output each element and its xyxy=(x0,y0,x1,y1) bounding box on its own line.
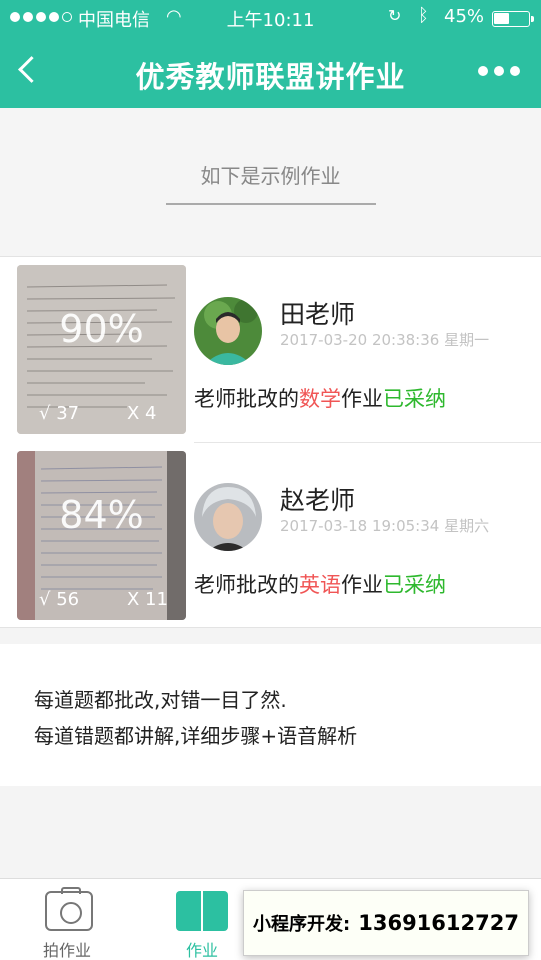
list-item[interactable]: 84% √ 56 X 11 赵老师 2017-03-18 19:05:34 星期… xyxy=(0,443,541,629)
status-label: 已采纳 xyxy=(383,573,446,597)
rotation-lock-icon: ↻ xyxy=(388,6,402,25)
book-icon xyxy=(176,891,228,931)
desc-prefix: 老师批改的 xyxy=(194,387,299,411)
nav-bar: 优秀教师联盟讲作业 xyxy=(0,34,541,108)
avatar xyxy=(194,483,262,551)
more-button[interactable] xyxy=(478,66,520,76)
info-line: 每道题都批改,对错一目了然. xyxy=(34,688,287,712)
battery-icon xyxy=(492,11,534,27)
subject-label: 英语 xyxy=(299,573,341,597)
example-underline xyxy=(166,203,376,205)
teacher-name: 赵老师 xyxy=(280,486,356,515)
tab-label: 拍作业 xyxy=(42,941,91,960)
homework-description: 老师批改的英语作业已采纳 xyxy=(194,569,446,599)
list-item[interactable]: 90% √ 37 X 4 田老师 2017-03-20 20:38:36 星期一… xyxy=(0,257,541,443)
promo-phone: 13691612727 xyxy=(358,911,519,935)
desc-mid: 作业 xyxy=(341,387,383,411)
submission-date: 2017-03-18 19:05:34 星期六 xyxy=(280,517,490,535)
wrong-count: X 11 xyxy=(127,589,168,610)
status-bar: 中国电信 ◠ 上午10:11 ↻ ᛒ 45% xyxy=(0,0,541,34)
desc-mid: 作业 xyxy=(341,573,383,597)
submission-date: 2017-03-20 20:38:36 星期一 xyxy=(280,331,490,349)
info-block: 每道题都批改,对错一目了然. 每道错题都讲解,详细步骤+语音解析 xyxy=(0,644,541,786)
teacher-name: 田老师 xyxy=(280,300,356,329)
page-title: 优秀教师联盟讲作业 xyxy=(135,60,406,94)
example-text: 如下是示例作业 xyxy=(200,164,341,188)
bluetooth-icon: ᛒ xyxy=(418,5,429,26)
homework-description: 老师批改的数学作业已采纳 xyxy=(194,383,446,413)
top-bar: 中国电信 ◠ 上午10:11 ↻ ᛒ 45% 优秀教师联盟讲作业 xyxy=(0,0,541,108)
homework-thumbnail[interactable]: 90% √ 37 X 4 xyxy=(17,265,186,434)
homework-thumbnail[interactable]: 84% √ 56 X 11 xyxy=(17,451,186,620)
homework-list: 90% √ 37 X 4 田老师 2017-03-20 20:38:36 星期一… xyxy=(0,256,541,628)
tab-take-photo[interactable]: 拍作业 xyxy=(2,879,132,960)
avatar xyxy=(194,297,262,365)
correct-count: √ 56 xyxy=(39,589,80,610)
battery-percent: 45% xyxy=(444,6,485,27)
desc-prefix: 老师批改的 xyxy=(194,573,299,597)
wrong-count: X 4 xyxy=(127,403,157,424)
status-label: 已采纳 xyxy=(383,387,446,411)
subject-label: 数学 xyxy=(299,387,341,411)
camera-icon xyxy=(45,887,93,931)
score-percent: 90% xyxy=(59,307,144,351)
example-header: 如下是示例作业 xyxy=(0,108,541,256)
correct-count: √ 37 xyxy=(39,403,80,424)
promo-label: 小程序开发: xyxy=(253,914,351,935)
score-percent: 84% xyxy=(59,493,144,537)
info-line: 每道错题都讲解,详细步骤+语音解析 xyxy=(34,724,358,748)
promo-banner[interactable]: 小程序开发: 13691612727 xyxy=(243,890,529,956)
